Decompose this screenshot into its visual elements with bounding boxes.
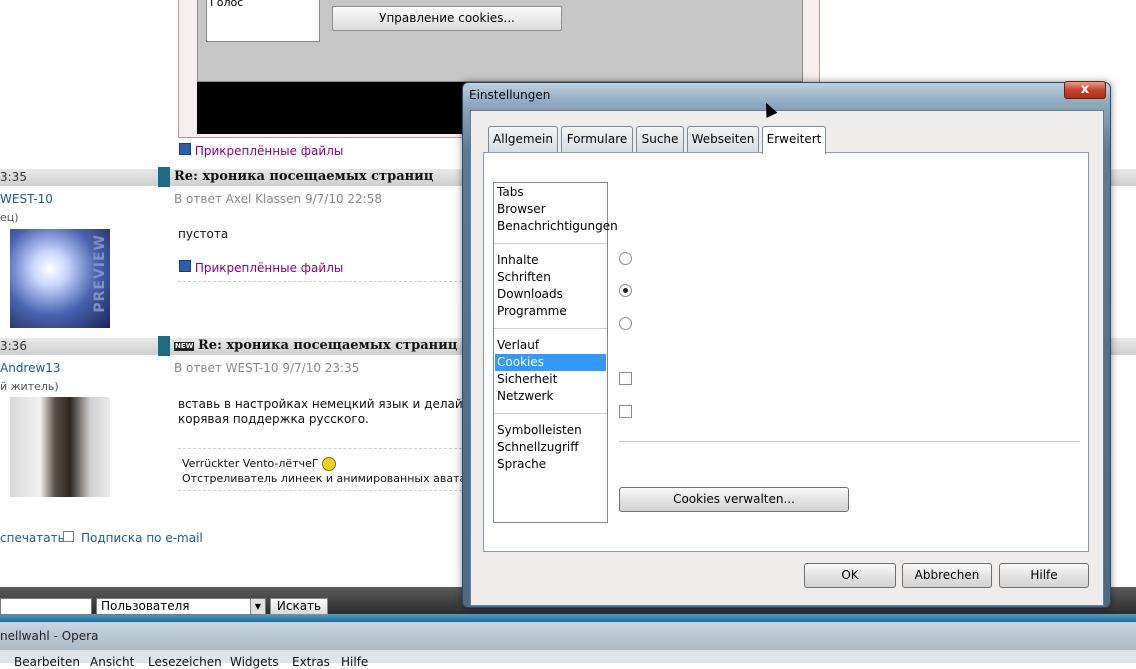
cancel-button[interactable]: Abbrechen [902, 563, 992, 588]
category-cookies[interactable]: Cookies [495, 354, 606, 371]
post-time: 3:35 [0, 170, 27, 184]
avatar: PREVIEW [10, 229, 110, 328]
category-schnellzugriff[interactable]: Schnellzugriff [497, 439, 579, 456]
golos-label: Голос [210, 0, 244, 9]
post-title[interactable]: Re: хроника посещаемых страниц [198, 338, 457, 353]
reply-line[interactable]: В ответ WEST-10 9/7/10 23:35 [174, 361, 359, 375]
checkbox-icon [63, 531, 74, 542]
subscribe-checkbox[interactable] [63, 529, 74, 543]
category-netzwerk[interactable]: Netzwerk [497, 388, 553, 405]
ok-button[interactable]: OK [804, 563, 896, 588]
signature-line: Отстреливатель линеек и анимированных ав… [182, 472, 491, 485]
category-tabs[interactable]: Tabs [497, 184, 524, 201]
help-button[interactable]: Hilfe [999, 563, 1089, 588]
close-button[interactable]: x [1064, 81, 1106, 99]
post-title[interactable]: Re: хроника посещаемых страниц [174, 169, 433, 184]
category-benachrichtigungen[interactable]: Benachrichtigungen [497, 218, 618, 235]
attachments-link-top[interactable]: Прикреплённые файлы [179, 143, 343, 158]
tab-allgemein[interactable]: Allgemein [488, 126, 558, 152]
menu-ansicht[interactable]: Ansicht [90, 655, 134, 669]
signature-line: Verrückter Vento-лётчеГ [182, 457, 337, 471]
post-separator [158, 336, 170, 356]
close-icon: x [1080, 82, 1090, 97]
category-sprache[interactable]: Sprache [497, 456, 546, 473]
category-browser[interactable]: Browser [497, 201, 546, 218]
avatar-text: PREVIEW [92, 234, 108, 313]
category-separator [494, 413, 607, 414]
menu-bearbeiten[interactable]: Bearbeiten [14, 655, 80, 669]
post-author[interactable]: WEST-10 [0, 192, 53, 206]
print-link[interactable]: спечатать [0, 531, 65, 545]
category-symbolleisten[interactable]: Symbolleisten [497, 422, 582, 439]
tab-formulare[interactable]: Formulare [561, 126, 633, 152]
menu-widgets[interactable]: Widgets [230, 655, 279, 669]
manage-cookies-button[interactable]: Cookies verwalten... [619, 487, 849, 512]
cookie-checkbox-1[interactable] [619, 372, 632, 385]
search-bar-accent [0, 614, 1136, 622]
smiley-icon [322, 457, 337, 471]
tab-suche[interactable]: Suche [636, 126, 684, 152]
post-author[interactable]: Andrew13 [0, 361, 61, 375]
post-time: 3:36 [0, 339, 27, 353]
category-separator [494, 243, 607, 244]
search-button[interactable]: Искать [270, 598, 328, 615]
category-inhalte[interactable]: Inhalte [497, 252, 539, 269]
chevron-down-icon: ▼ [250, 599, 265, 614]
category-programme[interactable]: Programme [497, 303, 567, 320]
radio-selected-dot [623, 288, 628, 293]
signature-text: Verrückter Vento-лётчеГ [182, 457, 319, 470]
cookie-checkbox-2[interactable] [619, 405, 632, 418]
avatar [10, 397, 110, 497]
opera-title-bar [0, 622, 1136, 650]
golos-box: Голос [206, 0, 320, 42]
search-input[interactable] [0, 598, 92, 615]
opera-window-title: nellwahl - Opera [0, 629, 99, 643]
attachments-link[interactable]: Прикреплённые файлы [179, 260, 343, 275]
options-separator [619, 441, 1080, 443]
post-divider [178, 281, 462, 282]
menu-extras[interactable]: Extras [292, 655, 330, 669]
post-body-line: корявая поддержка русского. [178, 412, 369, 426]
reply-line[interactable]: В ответ Axel Klassen 9/7/10 22:58 [174, 192, 382, 206]
menu-lesezeichen[interactable]: Lesezeichen [148, 655, 222, 669]
save-icon [179, 143, 191, 155]
category-downloads[interactable]: Downloads [497, 286, 563, 303]
post-body-line: пустота [178, 227, 229, 241]
cookie-radio-2[interactable] [619, 284, 632, 297]
new-badge: NEW [174, 342, 195, 351]
cookie-radio-3[interactable] [619, 317, 632, 330]
cookie-radio-1[interactable] [619, 252, 632, 265]
post-separator [158, 167, 170, 187]
post-divider [178, 490, 462, 491]
tab-erweitert[interactable]: Erweitert [762, 126, 826, 154]
tab-webseiten[interactable]: Webseiten [687, 126, 759, 152]
manage-cookies-ru-button[interactable]: Управление cookies... [332, 6, 562, 31]
attachments-label: Прикреплённые файлы [194, 144, 344, 158]
post-author-role: й житель) [0, 380, 59, 393]
menu-hilfe[interactable]: Hilfe [341, 655, 368, 669]
category-verlauf[interactable]: Verlauf [497, 337, 539, 354]
post-author-role: ец) [0, 211, 19, 224]
search-type-value: Пользователя [101, 599, 190, 613]
signature-divider [178, 448, 462, 449]
category-sicherheit[interactable]: Sicherheit [497, 371, 557, 388]
dialog-title: Einstellungen [469, 88, 551, 102]
subscribe-link[interactable]: Подписка по e-mail [81, 531, 203, 545]
search-type-select[interactable]: Пользователя ▼ [96, 598, 266, 615]
attachments-label: Прикреплённые файлы [194, 261, 344, 275]
category-separator [494, 328, 607, 329]
category-schriften[interactable]: Schriften [497, 269, 551, 286]
save-icon [179, 260, 191, 272]
post-body-line: вставь в настройках немецкий язык и дела… [178, 397, 489, 411]
